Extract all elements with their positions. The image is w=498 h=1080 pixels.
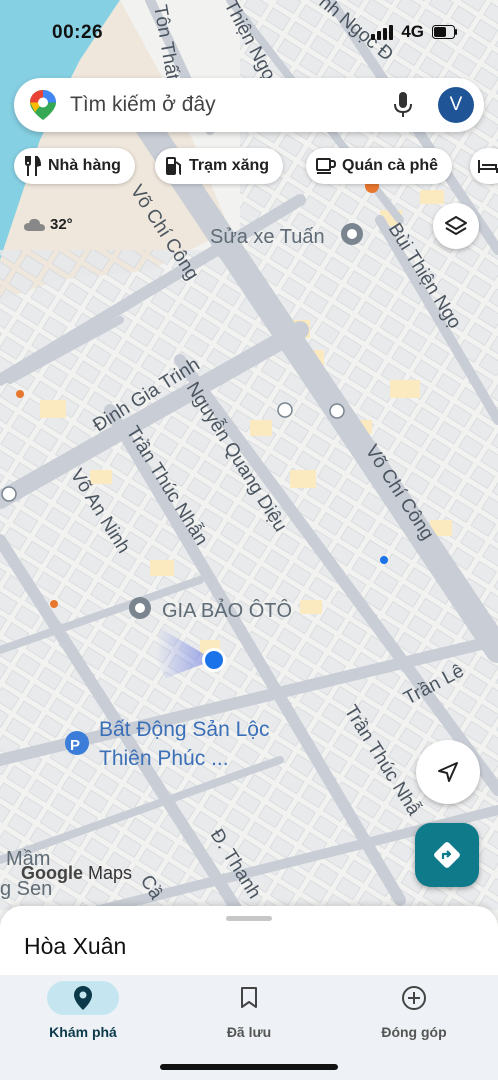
- nav-explore[interactable]: Khám phá: [8, 981, 158, 1040]
- explore-pin-icon: [74, 986, 92, 1010]
- status-bar: 00:26 4G: [0, 0, 498, 64]
- network-type: 4G: [401, 22, 424, 41]
- status-time: 00:26: [52, 22, 104, 43]
- mic-icon[interactable]: [394, 92, 412, 118]
- cloud-icon: [24, 218, 45, 231]
- recenter-button[interactable]: [416, 740, 480, 804]
- layers-button[interactable]: [433, 203, 479, 249]
- svg-text:GIA BẢO ÔTÔ: GIA BẢO ÔTÔ: [162, 599, 292, 622]
- fork-knife-icon: [25, 156, 42, 176]
- navigation-arrow-icon: [438, 762, 458, 782]
- svg-text:Bất Động Sản Lộc: Bất Động Sản Lộc: [99, 718, 269, 741]
- google-maps-pin-icon: [30, 90, 56, 120]
- search-bar[interactable]: Tìm kiếm ở đây V: [14, 78, 484, 132]
- home-indicator[interactable]: [160, 1064, 338, 1070]
- layers-icon: [445, 216, 467, 235]
- nav-contribute[interactable]: Đóng góp: [339, 981, 489, 1040]
- chip-hotel[interactable]: [470, 148, 498, 184]
- search-input[interactable]: Tìm kiếm ở đây: [70, 93, 216, 117]
- chip-restaurant[interactable]: Nhà hàng: [14, 148, 135, 184]
- directions-icon: [434, 842, 460, 868]
- battery-icon: [432, 25, 457, 39]
- chip-coffee[interactable]: Quán cà phê: [306, 148, 453, 184]
- gas-station-icon: [166, 157, 182, 175]
- sheet-drag-handle[interactable]: [226, 916, 272, 921]
- google-maps-logo: Google Maps: [21, 863, 133, 883]
- bookmark-icon: [241, 987, 257, 1008]
- chip-gas-station[interactable]: Trạm xăng: [155, 148, 284, 184]
- coffee-cup-icon: [316, 158, 336, 174]
- svg-text:P: P: [70, 737, 80, 754]
- bed-icon: [478, 160, 498, 173]
- svg-text:Thiên Phúc ...: Thiên Phúc ...: [99, 747, 229, 770]
- signal-icon: [371, 24, 394, 40]
- svg-text:Sửa xe Tuấn: Sửa xe Tuấn: [210, 226, 325, 248]
- nav-saved[interactable]: Đã lưu: [174, 981, 324, 1040]
- sheet-title: Hòa Xuân: [24, 933, 127, 959]
- avatar[interactable]: V: [438, 87, 474, 123]
- weather-badge[interactable]: 32°: [24, 216, 73, 233]
- add-circle-icon: [402, 986, 426, 1010]
- directions-button[interactable]: [415, 823, 479, 887]
